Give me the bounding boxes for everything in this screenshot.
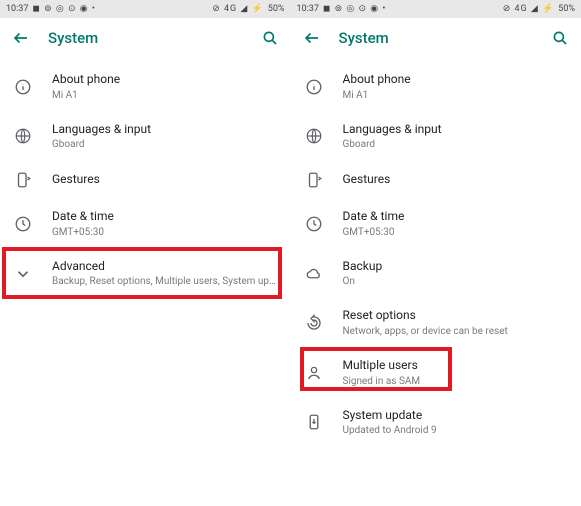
- globe-icon: [305, 127, 323, 145]
- row-title: Gestures: [343, 172, 568, 188]
- row-subtitle: GMT+05:30: [52, 226, 277, 239]
- row-subtitle: Updated to Android 9: [343, 424, 568, 437]
- info-icon: [14, 78, 32, 96]
- row-title: Backup: [343, 259, 568, 275]
- reset-icon: [305, 314, 323, 332]
- row-title: Gestures: [52, 172, 277, 188]
- clock-icon: [14, 215, 32, 233]
- status-signal-icons: ⊘ 4G ◢ ⚡: [503, 4, 555, 14]
- search-icon[interactable]: [551, 29, 569, 47]
- status-signal-icons: ⊘ 4G ◢ ⚡: [212, 4, 264, 14]
- row-subtitle: Network, apps, or device can be reset: [343, 325, 568, 338]
- row-backup[interactable]: Backup On: [291, 249, 581, 299]
- row-title: About phone: [52, 72, 277, 88]
- row-title: Date & time: [343, 209, 568, 225]
- status-bar: 10:37 ◼ ⊚ ◎ ⊙ ◉ • ⊘ 4G ◢ ⚡ 50%: [0, 0, 291, 18]
- row-gestures[interactable]: Gestures: [0, 161, 291, 199]
- row-title: Date & time: [52, 209, 277, 225]
- row-subtitle: On: [343, 275, 568, 288]
- settings-list: About phone Mi A1 Languages & input Gboa…: [0, 58, 291, 302]
- row-about-phone[interactable]: About phone Mi A1: [291, 62, 581, 112]
- clock-icon: [305, 215, 323, 233]
- globe-icon: [14, 127, 32, 145]
- row-date-time[interactable]: Date & time GMT+05:30: [291, 199, 581, 249]
- row-languages[interactable]: Languages & input Gboard: [0, 112, 291, 162]
- row-title: Multiple users: [343, 358, 568, 374]
- row-subtitle: Gboard: [343, 138, 568, 151]
- status-notif-icons: ◼ ⊚ ◎ ⊙ ◉ •: [32, 4, 95, 14]
- status-time: 10:37: [297, 4, 319, 14]
- row-languages[interactable]: Languages & input Gboard: [291, 112, 581, 162]
- row-subtitle: Mi A1: [52, 89, 277, 102]
- info-icon: [305, 78, 323, 96]
- row-gestures[interactable]: Gestures: [291, 161, 581, 199]
- back-icon[interactable]: [303, 29, 321, 47]
- row-subtitle: Gboard: [52, 138, 277, 151]
- update-icon: [305, 413, 323, 431]
- screen-right: 10:37 ◼ ⊚ ◎ ⊙ ◉ • ⊘ 4G ◢ ⚡ 50% System Ab…: [291, 0, 581, 506]
- page-title: System: [339, 29, 534, 47]
- status-notif-icons: ◼ ⊚ ◎ ⊙ ◉ •: [323, 4, 386, 14]
- row-multiple-users[interactable]: Multiple users Signed in as SAM: [291, 348, 581, 398]
- search-icon[interactable]: [261, 29, 279, 47]
- app-bar: System: [291, 18, 581, 58]
- row-title: Advanced: [52, 259, 277, 275]
- cloud-icon: [305, 265, 323, 283]
- screen-left: 10:37 ◼ ⊚ ◎ ⊙ ◉ • ⊘ 4G ◢ ⚡ 50% System Ab…: [0, 0, 291, 506]
- row-system-update[interactable]: System update Updated to Android 9: [291, 398, 581, 448]
- row-title: Languages & input: [343, 122, 568, 138]
- row-title: System update: [343, 408, 568, 424]
- gesture-icon: [14, 171, 32, 189]
- status-battery: 50%: [558, 4, 575, 14]
- row-subtitle: Mi A1: [343, 89, 568, 102]
- row-reset[interactable]: Reset options Network, apps, or device c…: [291, 298, 581, 348]
- page-title: System: [48, 29, 243, 47]
- row-about-phone[interactable]: About phone Mi A1: [0, 62, 291, 112]
- status-battery: 50%: [268, 4, 285, 14]
- gesture-icon: [305, 171, 323, 189]
- back-icon[interactable]: [12, 29, 30, 47]
- row-date-time[interactable]: Date & time GMT+05:30: [0, 199, 291, 249]
- row-title: Languages & input: [52, 122, 277, 138]
- status-time: 10:37: [6, 4, 28, 14]
- user-icon: [305, 364, 323, 382]
- app-bar: System: [0, 18, 291, 58]
- row-subtitle: GMT+05:30: [343, 226, 568, 239]
- status-bar: 10:37 ◼ ⊚ ◎ ⊙ ◉ • ⊘ 4G ◢ ⚡ 50%: [291, 0, 581, 18]
- row-subtitle: Signed in as SAM: [343, 375, 568, 388]
- row-title: About phone: [343, 72, 568, 88]
- row-title: Reset options: [343, 308, 568, 324]
- settings-list: About phone Mi A1 Languages & input Gboa…: [291, 58, 581, 451]
- row-subtitle: Backup, Reset options, Multiple users, S…: [52, 275, 277, 288]
- chevron-down-icon: [14, 265, 32, 283]
- row-advanced[interactable]: Advanced Backup, Reset options, Multiple…: [0, 249, 291, 299]
